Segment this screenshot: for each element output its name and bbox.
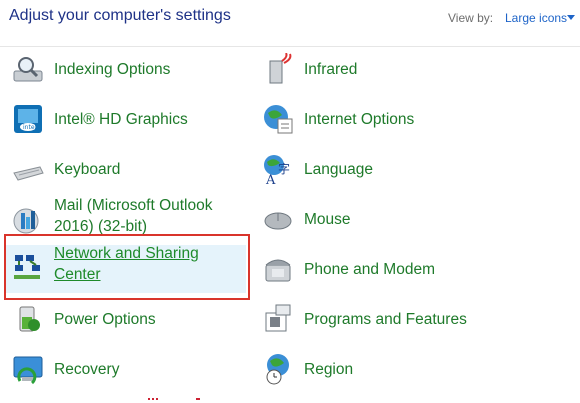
item-label: Programs and Features xyxy=(304,310,467,328)
item-phone-and-modem[interactable]: Phone and Modem xyxy=(256,247,496,291)
mouse-icon xyxy=(264,212,292,230)
internet-globe-icon xyxy=(264,105,293,134)
item-recovery[interactable]: Recovery xyxy=(6,347,246,391)
intel-graphics-icon: intel xyxy=(14,105,42,133)
page-title: Adjust your computer's settings xyxy=(9,7,231,24)
svg-text:A: A xyxy=(265,173,276,185)
item-label: Internet Options xyxy=(304,110,415,128)
item-label: Infrared xyxy=(304,60,358,78)
item-intel-hd-graphics[interactable]: intel Intel® HD Graphics xyxy=(6,97,246,141)
item-label: Region xyxy=(304,360,354,378)
clipped-row-hint xyxy=(0,398,580,403)
item-label: Language xyxy=(304,160,373,178)
magnifier-drive-icon xyxy=(13,57,43,82)
item-keyboard[interactable]: Keyboard xyxy=(6,147,246,191)
svg-text:字: 字 xyxy=(278,161,290,176)
view-by-dropdown[interactable]: Large icons xyxy=(505,11,567,25)
item-indexing-options[interactable]: Indexing Options xyxy=(6,47,246,91)
item-programs-and-features[interactable]: Programs and Features xyxy=(256,297,496,341)
item-language[interactable]: A 字 Language xyxy=(256,147,496,191)
mail-icon xyxy=(13,208,39,234)
svg-text:intel: intel xyxy=(23,124,37,131)
item-label: Keyboard xyxy=(54,160,121,178)
region-globe-clock-icon xyxy=(266,354,289,385)
recovery-monitor-icon xyxy=(13,356,43,385)
item-label: Phone and Modem xyxy=(304,260,435,278)
item-label: Recovery xyxy=(54,360,120,378)
infrared-icon xyxy=(269,53,292,84)
view-by-label: View by: xyxy=(448,11,494,25)
item-label: Power Options xyxy=(54,310,156,328)
item-label: Mail (Microsoft Outlook 2016) (32-bit) xyxy=(54,195,244,239)
chevron-down-icon[interactable] xyxy=(567,15,575,20)
keyboard-icon xyxy=(13,166,44,181)
language-globe-icon: A 字 xyxy=(264,155,290,185)
item-label-line1: Mail (Microsoft Outlook xyxy=(54,197,213,214)
programs-box-icon xyxy=(265,304,291,332)
phone-icon xyxy=(265,259,291,282)
item-mouse[interactable]: Mouse xyxy=(256,197,496,241)
item-internet-options[interactable]: Internet Options xyxy=(256,97,496,141)
highlight-box xyxy=(4,234,250,300)
item-infrared[interactable]: Infrared xyxy=(256,47,496,91)
item-region[interactable]: Region xyxy=(256,347,496,391)
item-label: Intel® HD Graphics xyxy=(54,110,188,128)
item-power-options[interactable]: Power Options xyxy=(6,297,246,341)
power-battery-icon xyxy=(19,306,40,332)
header-bar: Adjust your computer's settings View by:… xyxy=(0,0,580,47)
item-label: Indexing Options xyxy=(54,60,171,78)
item-label: Mouse xyxy=(304,210,351,228)
